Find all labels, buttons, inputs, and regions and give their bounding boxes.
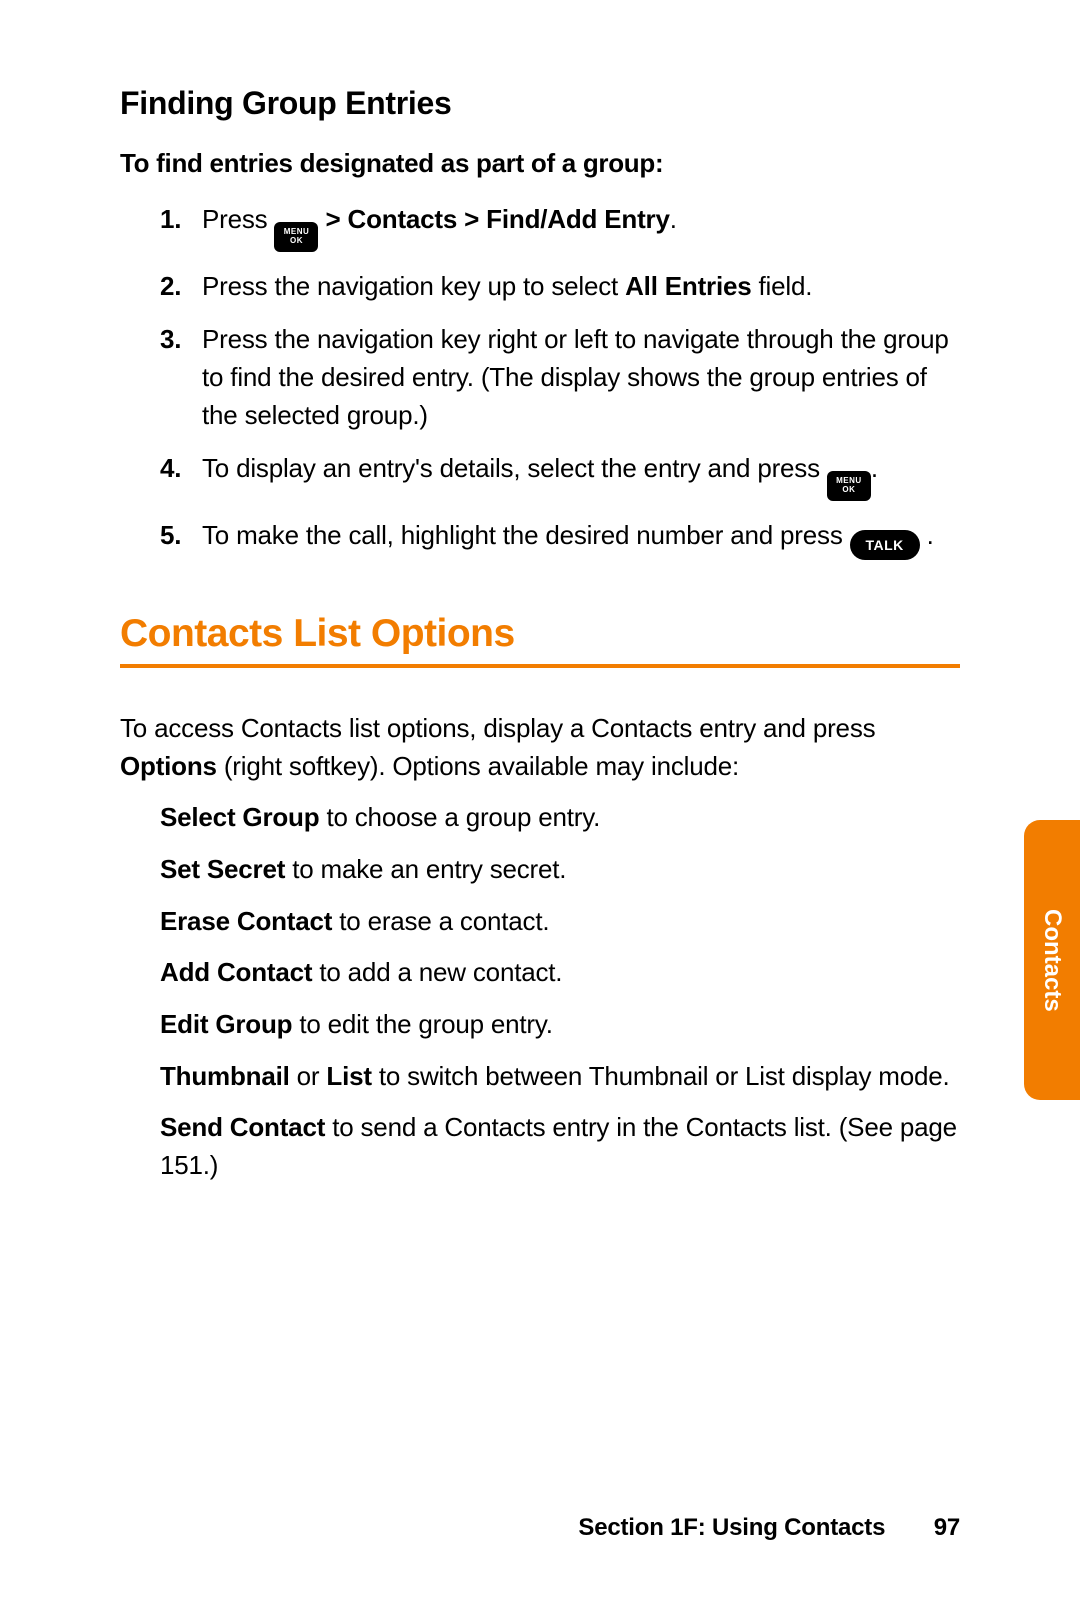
paragraph: To access Contacts list options, display… [120,710,960,785]
step-body: Press the navigation key up to select Al… [202,268,960,306]
option-item: Edit Group to edit the group entry. [160,1006,960,1044]
side-tab-label: Contacts [1038,909,1066,1012]
heading-rule [120,664,960,668]
step-item: 3. Press the navigation key right or lef… [160,321,960,434]
step-body: To make the call, highlight the desired … [202,517,960,560]
option-item: Set Secret to make an entry secret. [160,851,960,889]
section-side-tab: Contacts [1024,820,1080,1100]
subheading: Finding Group Entries [120,85,960,122]
step-body: To display an entry's details, select th… [202,450,960,501]
step-number: 4. [160,450,202,501]
page-footer: Section 1F: Using Contacts 97 [578,1514,960,1542]
step-body: Press MENUOK > Contacts > Find/Add Entry… [202,201,960,252]
menu-ok-icon: MENUOK [274,222,318,252]
page-number: 97 [934,1514,960,1542]
step-number: 5. [160,517,202,560]
talk-icon: TALK [850,530,920,560]
step-item: 5. To make the call, highlight the desir… [160,517,960,560]
option-item: Select Group to choose a group entry. [160,799,960,837]
steps-list: 1. Press MENUOK > Contacts > Find/Add En… [120,201,960,560]
intro-text: To find entries designated as part of a … [120,148,960,179]
step-body: Press the navigation key right or left t… [202,321,960,434]
option-item: Thumbnail or List to switch between Thum… [160,1058,960,1096]
step-item: 4. To display an entry's details, select… [160,450,960,501]
major-heading: Contacts List Options [120,612,960,656]
option-item: Erase Contact to erase a contact. [160,903,960,941]
footer-section: Section 1F: Using Contacts [578,1514,885,1541]
menu-ok-icon: MENUOK [827,471,871,501]
step-number: 3. [160,321,202,434]
option-item: Add Contact to add a new contact. [160,954,960,992]
step-item: 1. Press MENUOK > Contacts > Find/Add En… [160,201,960,252]
option-item: Send Contact to send a Contacts entry in… [160,1109,960,1184]
step-number: 1. [160,201,202,252]
step-item: 2. Press the navigation key up to select… [160,268,960,306]
step-number: 2. [160,268,202,306]
options-list: Select Group to choose a group entry. Se… [120,799,960,1185]
